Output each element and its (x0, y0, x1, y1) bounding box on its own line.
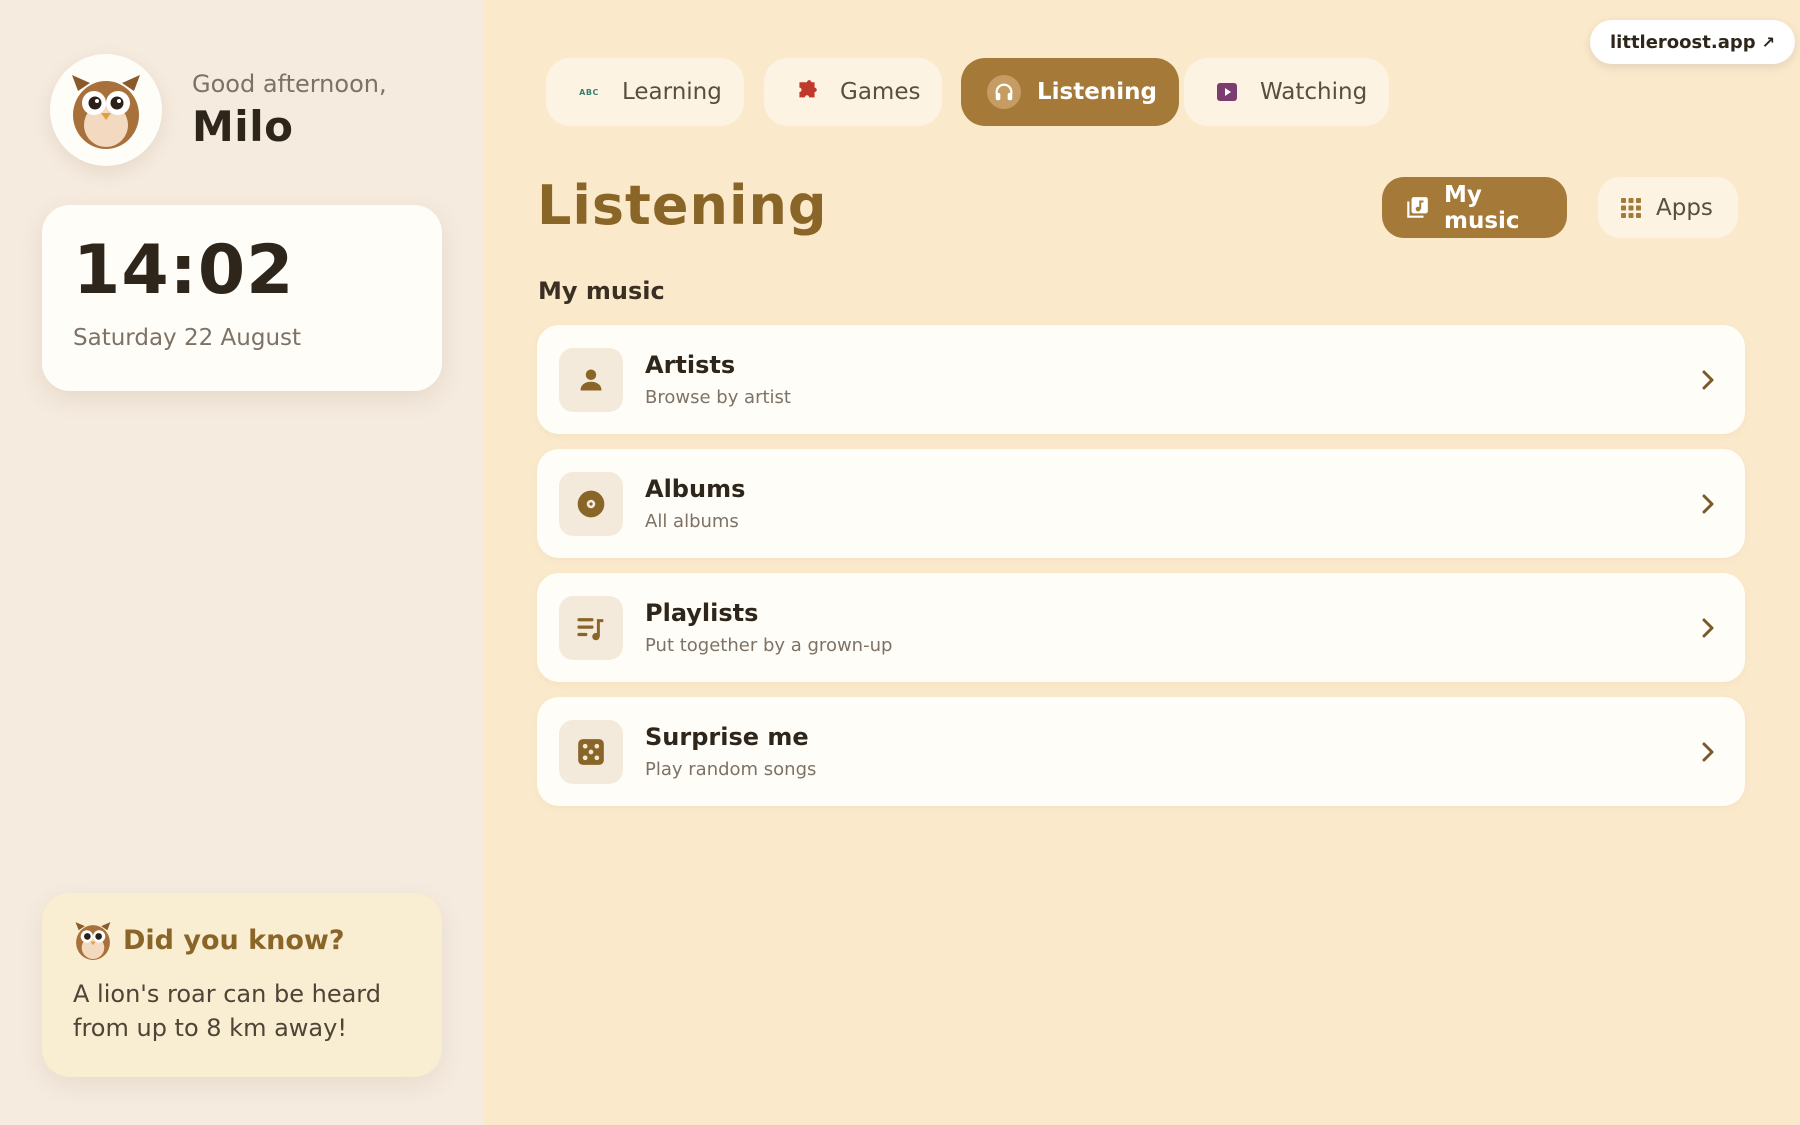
tab-label: Listening (1037, 79, 1157, 105)
greeting: Good afternoon, Milo (50, 54, 387, 166)
abc-badge-text: ABC (579, 87, 599, 97)
tip-title: Did you know? (123, 924, 345, 956)
sidebar: Good afternoon, Milo 14:02 Saturday 22 A… (0, 0, 484, 1125)
owl-icon (72, 75, 140, 149)
chevron-right-icon (1693, 740, 1723, 764)
list-item-artists[interactable]: Artists Browse by artist (537, 325, 1745, 434)
music-library-icon (1404, 195, 1430, 221)
tab-label: Games (840, 79, 921, 105)
did-you-know-card: Did you know? A lion's roar can be heard… (42, 893, 442, 1077)
playlists-text: Playlists Put together by a grown-up (645, 599, 1693, 656)
greeting-line: Good afternoon, (192, 69, 387, 98)
person-icon (559, 347, 623, 412)
item-title: Surprise me (645, 723, 809, 751)
tab-label: Watching (1260, 79, 1368, 105)
tab-learning[interactable]: ABC Learning (546, 58, 744, 126)
play-icon (1210, 75, 1244, 109)
playlist-icon (559, 595, 623, 660)
tab-games[interactable]: Games (764, 58, 943, 126)
tab-listening[interactable]: Listening (961, 58, 1179, 126)
item-title: Playlists (645, 599, 759, 627)
user-name: Milo (192, 101, 294, 151)
page-title: Listening (537, 174, 828, 237)
owl-icon (75, 922, 111, 960)
item-subtitle: Put together by a grown-up (645, 635, 893, 656)
music-menu-list: Artists Browse by artist Albums All albu… (537, 325, 1745, 821)
tip-header: Did you know? (73, 919, 411, 961)
item-subtitle: Browse by artist (645, 387, 791, 408)
external-site-link[interactable]: littleroost.app ↗ (1590, 20, 1796, 64)
external-arrow-icon: ↗ (1761, 32, 1776, 52)
chevron-right-icon (1693, 368, 1723, 392)
list-item-surprise-me[interactable]: Surprise me Play random songs (537, 697, 1745, 806)
list-item-playlists[interactable]: Playlists Put together by a grown-up (537, 573, 1745, 682)
item-subtitle: All albums (645, 511, 739, 532)
my-music-button[interactable]: My music (1382, 177, 1567, 238)
dice-icon (559, 719, 623, 784)
list-item-albums[interactable]: Albums All albums (537, 449, 1745, 558)
owl-avatar[interactable] (50, 54, 162, 166)
clock-card: 14:02 Saturday 22 August (42, 205, 442, 391)
albums-text: Albums All albums (645, 475, 1693, 532)
tab-watching[interactable]: Watching (1184, 58, 1390, 126)
artists-text: Artists Browse by artist (645, 351, 1693, 408)
surprise-me-text: Surprise me Play random songs (645, 723, 1693, 780)
my-music-label: My music (1444, 181, 1520, 234)
tab-label: Learning (622, 79, 722, 105)
headphones-icon (987, 75, 1021, 109)
item-title: Artists (645, 351, 736, 379)
apps-label: Apps (1656, 194, 1713, 221)
site-link-label: littleroost.app (1610, 31, 1756, 53)
clock-date: Saturday 22 August (73, 325, 302, 351)
chevron-right-icon (1693, 616, 1723, 640)
greeting-text: Good afternoon, Milo (192, 70, 387, 151)
chevron-right-icon (1693, 492, 1723, 516)
apps-button[interactable]: Apps (1598, 177, 1738, 238)
abc-icon: ABC (572, 75, 606, 109)
item-title: Albums (645, 475, 746, 503)
item-subtitle: Play random songs (645, 759, 817, 780)
grid-icon (1620, 197, 1642, 219)
disc-icon (559, 471, 623, 536)
puzzle-icon (790, 75, 824, 109)
tip-body: A lion's roar can be heard from up to 8 … (73, 980, 381, 1042)
clock-time: 14:02 (73, 231, 295, 310)
section-label: My music (538, 277, 665, 305)
